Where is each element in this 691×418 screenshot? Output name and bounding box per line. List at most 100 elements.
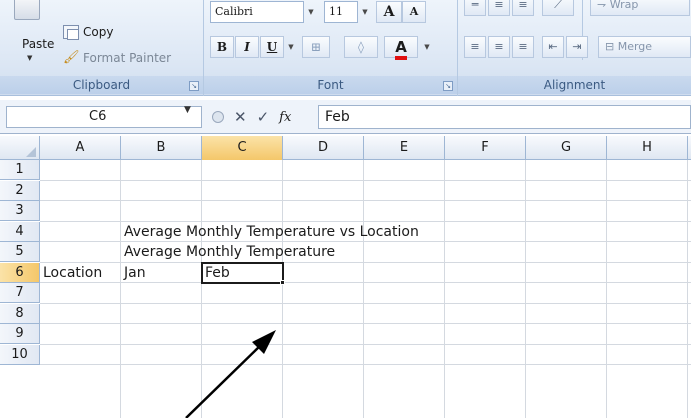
column-header-h[interactable]: H: [607, 136, 688, 160]
clipboard-dialog-launcher-icon[interactable]: ↘: [189, 81, 199, 91]
gridline-vertical: [282, 160, 283, 418]
align-left-icon: ≡: [470, 40, 480, 53]
insert-function-button[interactable]: fx: [279, 110, 291, 125]
row-header-2[interactable]: 2: [0, 180, 40, 201]
column-header-e[interactable]: E: [364, 136, 445, 160]
row-header-9[interactable]: 9: [0, 324, 40, 344]
font-name-dropdown-icon[interactable]: ▼: [304, 1, 318, 23]
paste-button[interactable]: Paste: [22, 37, 54, 51]
merge-label: Merge: [617, 40, 653, 53]
column-header-a[interactable]: A: [40, 136, 121, 160]
formula-bar: C6 ▼ ✕ ✓ fx Feb: [0, 100, 691, 134]
cancel-icon[interactable]: ✕: [234, 108, 247, 126]
copy-label: Copy: [83, 25, 114, 39]
row-header-10[interactable]: 10: [0, 344, 40, 365]
underline-dropdown-icon[interactable]: ▼: [284, 36, 298, 58]
align-center-icon: ≡: [494, 40, 504, 53]
underline-button[interactable]: U: [260, 36, 284, 58]
align-center-button[interactable]: ≡: [488, 36, 510, 58]
wrap-text-icon: ⇁: [597, 0, 607, 11]
formula-input[interactable]: Feb: [318, 105, 691, 129]
column-header-c[interactable]: C: [202, 136, 283, 160]
cell-b4[interactable]: Average Monthly Temperature vs Location: [121, 222, 419, 242]
decrease-indent-icon: ⇤: [548, 40, 558, 53]
row-header-8[interactable]: 8: [0, 303, 40, 324]
column-header-d[interactable]: D: [283, 136, 364, 160]
font-size-dropdown-icon[interactable]: ▼: [358, 1, 372, 23]
alignment-group: ═ ≡ ≡ ⟋ ⇁ Wrap ≡ ≡ ≡ ⇤ ⇥ ⊟ Merge Alignme…: [458, 0, 691, 96]
row-header-7[interactable]: 7: [0, 283, 40, 303]
align-middle-button[interactable]: ≡: [488, 0, 510, 16]
font-name-select[interactable]: Calibri: [210, 1, 304, 23]
paste-icon[interactable]: [14, 0, 40, 20]
active-cell-border: [201, 261, 284, 284]
row-header-3[interactable]: 3: [0, 201, 40, 221]
gridline-horizontal: [40, 343, 691, 345]
shrink-font-button[interactable]: A: [402, 1, 426, 23]
orientation-button[interactable]: ⟋: [542, 0, 574, 16]
row-header-4[interactable]: 4: [0, 221, 40, 242]
clipboard-group: Paste ▼ Copy 🖌 Format Painter Clipboard …: [0, 0, 204, 96]
select-all-corner[interactable]: [0, 136, 40, 160]
orientation-icon: ⟋: [554, 0, 562, 11]
row-header-1[interactable]: 1: [0, 160, 40, 180]
gridline-horizontal: [40, 364, 691, 365]
align-right-button[interactable]: ≡: [512, 36, 534, 58]
decrease-indent-button[interactable]: ⇤: [542, 36, 564, 58]
formula-buttons: ✕ ✓ fx: [212, 106, 291, 128]
font-group: Calibri ▼ 11 ▼ A A B I U ▼ ⊞ ◊ A ▼ Font …: [204, 0, 458, 96]
font-color-dropdown-icon[interactable]: ▼: [420, 36, 434, 58]
gridline-vertical: [606, 160, 607, 418]
clipboard-group-label: Clipboard: [0, 76, 203, 94]
cell-a6[interactable]: Location: [40, 263, 102, 283]
gridline-vertical: [120, 160, 121, 418]
gridline-vertical: [363, 160, 364, 418]
gridline-vertical: [444, 160, 445, 418]
wrap-text-label: Wrap: [609, 0, 639, 11]
ribbon: Paste ▼ Copy 🖌 Format Painter Clipboard …: [0, 0, 691, 96]
gridline-vertical: [201, 160, 202, 418]
row-header-5[interactable]: 5: [0, 242, 40, 262]
name-box[interactable]: C6: [6, 106, 202, 128]
font-dialog-launcher-icon[interactable]: ↘: [443, 81, 453, 91]
name-box-dropdown-icon[interactable]: ▼: [184, 100, 191, 120]
font-group-label: Font: [204, 76, 457, 94]
fill-handle[interactable]: [280, 280, 285, 285]
borders-button[interactable]: ⊞: [302, 36, 330, 58]
align-top-button[interactable]: ═: [464, 0, 486, 16]
align-right-icon: ≡: [518, 40, 528, 53]
enter-icon[interactable]: ✓: [257, 108, 270, 126]
italic-button[interactable]: I: [235, 36, 259, 58]
align-bottom-button[interactable]: ≡: [512, 0, 534, 16]
font-color-button[interactable]: A: [384, 36, 418, 60]
formula-bar-grip-icon: [212, 111, 224, 123]
grow-font-button[interactable]: A: [376, 1, 402, 23]
align-left-button[interactable]: ≡: [464, 36, 486, 58]
cell-b5[interactable]: Average Monthly Temperature: [121, 242, 335, 262]
borders-icon: ⊞: [310, 40, 322, 54]
fill-color-button[interactable]: ◊: [344, 36, 378, 58]
paste-dropdown-icon[interactable]: ▼: [27, 54, 32, 62]
font-size-select[interactable]: 11: [324, 1, 358, 23]
fill-color-icon: ◊: [358, 40, 364, 54]
cell-b6[interactable]: Jan: [121, 263, 146, 283]
bold-button[interactable]: B: [210, 36, 234, 58]
column-header-f[interactable]: F: [445, 136, 526, 160]
format-painter-button[interactable]: 🖌 Format Painter: [63, 48, 171, 68]
row-header-6[interactable]: 6: [0, 262, 40, 283]
column-header-b[interactable]: B: [121, 136, 202, 160]
align-bottom-icon: ≡: [518, 0, 528, 11]
alignment-group-label: Alignment: [458, 76, 691, 94]
format-painter-label: Format Painter: [83, 51, 172, 65]
increase-indent-button[interactable]: ⇥: [566, 36, 588, 58]
merge-icon: ⊟: [605, 40, 615, 53]
copy-button[interactable]: Copy: [63, 22, 113, 42]
gridline-horizontal: [40, 179, 691, 181]
gridline-vertical: [687, 160, 688, 418]
gridline-horizontal: [40, 323, 691, 324]
spreadsheet-grid[interactable]: ABCDEFGH 1 2 3 4 5 6 7 8 9 10 Average Monthly Tem…: [0, 136, 691, 418]
wrap-text-button[interactable]: ⇁ Wrap: [590, 0, 690, 16]
column-header-g[interactable]: G: [526, 136, 607, 160]
font-color-label: A: [395, 38, 407, 60]
merge-center-button[interactable]: ⊟ Merge: [598, 36, 691, 58]
